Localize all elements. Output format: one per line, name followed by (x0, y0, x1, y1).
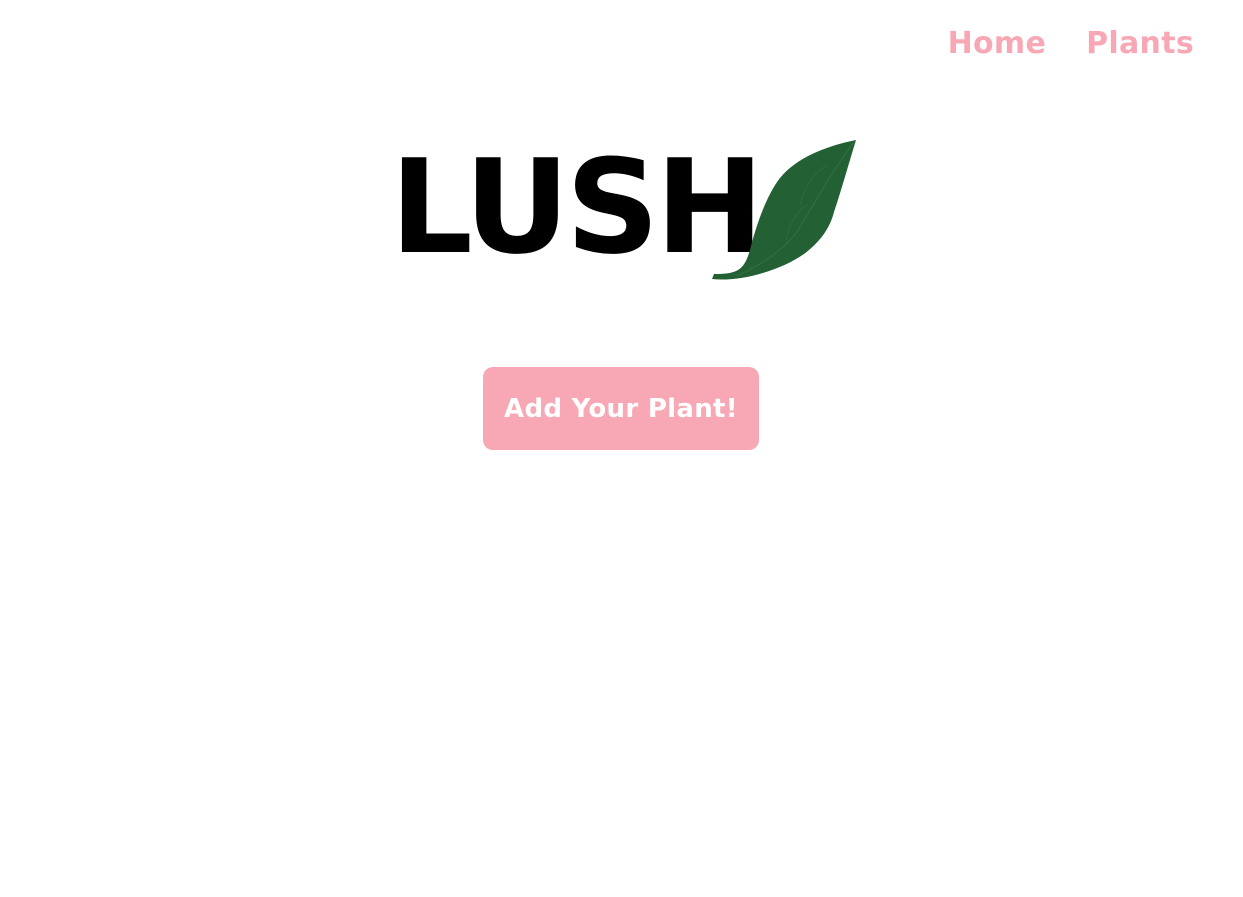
add-plant-button[interactable]: Add Your Plant! (483, 367, 759, 450)
top-nav: Home Plants (948, 26, 1194, 61)
brand-logo: LUSH (390, 136, 860, 286)
nav-link-plants[interactable]: Plants (1086, 26, 1194, 61)
page: Home Plants LUSH Add Your Plant! (0, 0, 1243, 897)
leaf-icon (712, 140, 856, 280)
nav-link-home[interactable]: Home (948, 26, 1047, 61)
logo-text: LUSH (390, 131, 764, 283)
